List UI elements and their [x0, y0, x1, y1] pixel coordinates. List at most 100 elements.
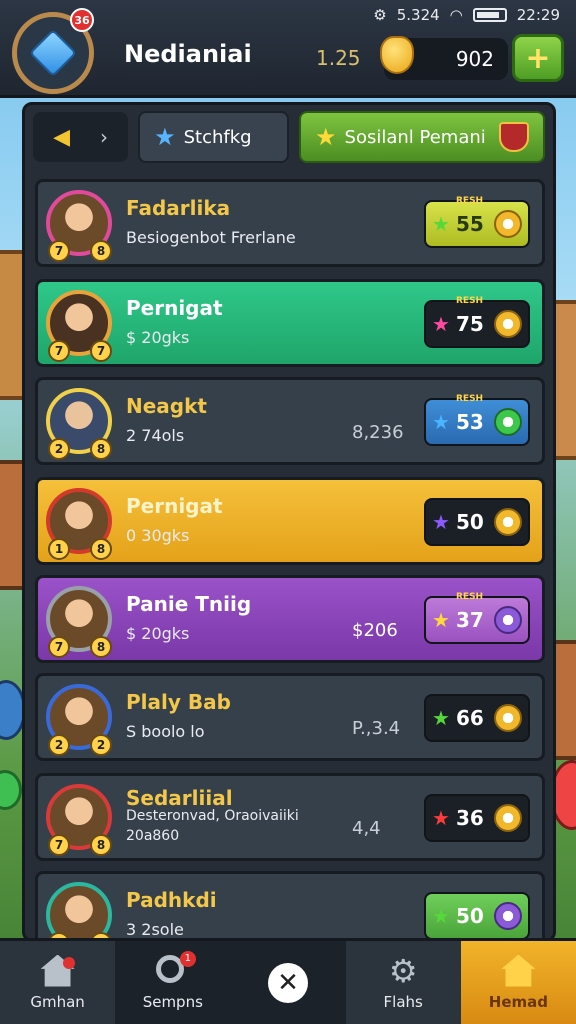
- list-item[interactable]: 7 8 Sedarliial Desteronvad, Oraoivaiiki …: [35, 773, 545, 861]
- score-value: 37: [455, 608, 484, 632]
- star-icon: ★: [432, 212, 450, 236]
- star-icon: ★: [432, 410, 450, 434]
- star-icon: ★: [432, 706, 450, 730]
- score-badge: ★ 66: [424, 694, 530, 742]
- score-badge: ★ 50: [424, 498, 530, 546]
- player-badge: 8: [90, 636, 112, 658]
- list-item[interactable]: 2 8 Neagkt 2 74ols 8,236 RESH ★ 53: [35, 377, 545, 465]
- bottom-navigation: Gmhan 1 Sempns ✕ ⚙ Flahs Hemad: [0, 938, 576, 1024]
- tab-label: Sosilanl Pemani: [344, 126, 486, 148]
- star-icon: ★: [315, 123, 337, 151]
- token-icon: [494, 804, 522, 832]
- list-item[interactable]: 7 8 Panie Tniig $ 20gks $206 RESH ★ 37: [35, 575, 545, 663]
- star-icon: ★: [432, 608, 450, 632]
- search-icon: 1: [155, 950, 196, 987]
- nav-label: Gmhan: [30, 992, 85, 1011]
- player-badge: 7: [48, 834, 70, 856]
- player-row-name: Padhkdi: [126, 888, 217, 912]
- player-row-subtitle: S boolo lo: [126, 722, 205, 741]
- leaderboard-panel: ◀ › ★ Stchfkg ★ Sosilanl Pemani 7 8 Fada…: [22, 102, 556, 942]
- battery-icon: [472, 8, 507, 22]
- add-currency-button[interactable]: +: [512, 34, 564, 82]
- score-badge: RESH ★ 53: [424, 394, 530, 446]
- player-row-name: Neagkt: [126, 394, 207, 418]
- list-item[interactable]: 7 8 Fadarlika Besiogenbot Frerlane RESH …: [35, 179, 545, 267]
- score-value: 50: [455, 510, 484, 534]
- tab-sosilanl-pemani[interactable]: ★ Sosilanl Pemani: [299, 111, 545, 163]
- player-badge: 1: [48, 538, 70, 560]
- token-icon: [494, 408, 522, 436]
- nav-settings[interactable]: ⚙ Flahs: [346, 941, 461, 1024]
- player-badge: 2: [48, 438, 70, 460]
- currency-value: 902: [455, 47, 494, 71]
- status-time: 22:29: [516, 6, 560, 24]
- player-name: Nedianiai: [124, 40, 252, 68]
- signal-value: 5.324: [396, 6, 440, 24]
- shield-icon: [499, 122, 529, 152]
- nav-label: Flahs: [383, 992, 423, 1011]
- nav-home[interactable]: Gmhan: [0, 941, 115, 1024]
- player-row-value: 4,4: [352, 818, 381, 839]
- player-row-name: Fadarlika: [126, 196, 231, 220]
- player-row-subtitle-2: 20a860: [126, 828, 180, 844]
- back-arrow-icon: ◀: [53, 124, 71, 150]
- player-row-name: Pernigat: [126, 494, 223, 518]
- home-icon: [501, 954, 536, 987]
- nav-home-active[interactable]: Hemad: [460, 941, 576, 1024]
- gem-icon: [28, 28, 78, 78]
- player-badge: 8: [90, 240, 112, 262]
- player-row-subtitle: 3 2sole: [126, 920, 184, 939]
- notification-dot: [63, 957, 76, 969]
- score-value: 53: [455, 410, 484, 434]
- tab-bar: ◀ › ★ Stchfkg ★ Sosilanl Pemani: [25, 105, 553, 169]
- score-value: 55: [455, 212, 484, 236]
- player-row-name: Pernigat: [126, 296, 223, 320]
- close-icon: ✕: [268, 962, 308, 1003]
- player-badge: 7: [48, 636, 70, 658]
- nav-label: Hemad: [488, 992, 549, 1011]
- list-item[interactable]: 2 2 Plaly Bab S boolo lo P.,3.4 ★ 66: [35, 673, 545, 761]
- settings-icon: ⚙: [373, 6, 387, 24]
- player-badge: 7: [90, 340, 112, 362]
- level-value: 1.25: [316, 46, 361, 70]
- coin-icon: [380, 36, 414, 74]
- player-row-value: P.,3.4: [352, 718, 401, 739]
- score-badge: RESH ★ 37: [424, 592, 530, 644]
- score-value: 66: [455, 706, 484, 730]
- player-row-name: Plaly Bab: [126, 690, 231, 714]
- nav-label: Sempns: [142, 992, 203, 1011]
- player-row-value: 8,236: [352, 422, 404, 443]
- player-row-subtitle: $ 20gks: [126, 624, 190, 643]
- nav-search[interactable]: 1 Sempns: [115, 941, 231, 1024]
- list-item[interactable]: 7 7 Pernigat $ 20gks RESH ★ 75: [35, 279, 545, 367]
- nav-center[interactable]: ✕: [230, 941, 346, 1024]
- token-icon: [494, 704, 522, 732]
- score-value: 50: [455, 904, 484, 928]
- player-row-name: Panie Tniig: [126, 592, 252, 616]
- list-item[interactable]: 2 4 Padhkdi 3 2sole ★ 50: [35, 871, 545, 939]
- status-bar: ⚙ 5.324 ◠ 22:29: [0, 0, 576, 30]
- token-icon: [494, 606, 522, 634]
- score-badge: ★ 50: [424, 892, 530, 939]
- back-button[interactable]: ◀ ›: [33, 112, 129, 162]
- gear-icon: ⚙: [388, 951, 418, 990]
- player-badge: 2: [48, 734, 70, 756]
- player-badge: 8: [90, 538, 112, 560]
- notification-badge: 1: [179, 950, 196, 967]
- score-tag: RESH: [456, 196, 484, 206]
- player-badge: 7: [48, 240, 70, 262]
- player-badge: 8: [90, 834, 112, 856]
- score-badge: RESH ★ 55: [424, 196, 530, 248]
- token-icon: [494, 902, 522, 930]
- player-row-subtitle: 0 30gks: [126, 526, 190, 545]
- score-badge: ★ 36: [424, 794, 530, 842]
- star-icon: ★: [432, 312, 450, 336]
- tab-label: Stchfkg: [183, 126, 252, 148]
- player-row-subtitle: 2 74ols: [126, 426, 185, 445]
- score-tag: RESH: [456, 296, 484, 306]
- wifi-icon: ◠: [449, 6, 463, 24]
- star-icon: ★: [432, 510, 450, 534]
- list-item[interactable]: 1 8 Pernigat 0 30gks ★ 50: [35, 477, 545, 565]
- tab-stchfkg[interactable]: ★ Stchfkg: [138, 111, 289, 163]
- player-row-subtitle: $ 20gks: [126, 328, 190, 347]
